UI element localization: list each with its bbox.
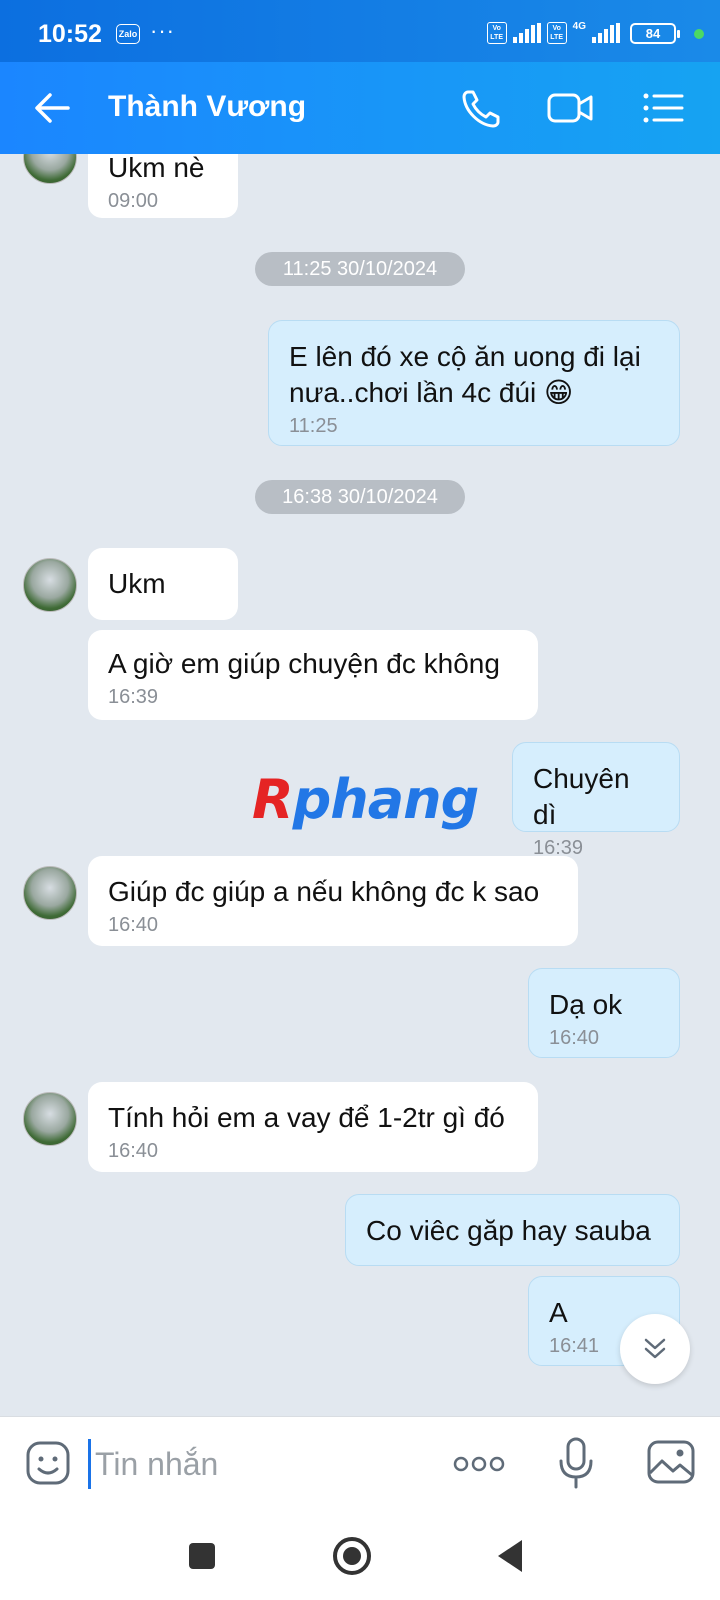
contact-name[interactable]: Thành Vương (108, 90, 306, 124)
contact-avatar[interactable] (23, 866, 77, 920)
signal-icon (592, 23, 620, 43)
contact-avatar[interactable] (23, 1092, 77, 1146)
incoming-message[interactable]: Giúp đc giúp a nếu không đc k sao 16:40 (88, 856, 578, 946)
incoming-message[interactable]: A giờ em giúp chuyện đc không 16:39 (88, 630, 538, 720)
zalo-notification-icon: Zalo (116, 24, 140, 44)
battery-icon: 84 (630, 22, 680, 44)
incoming-message[interactable]: Tính hỏi em a vay để 1-2tr gì đó 16:40 (88, 1082, 538, 1172)
message-time: 16:40 (108, 1140, 159, 1162)
video-camera-icon[interactable] (546, 84, 594, 132)
message-time: 16:40 (549, 1027, 600, 1049)
message-time: 16:39 (108, 686, 159, 708)
date-separator: 16:38 30/10/2024 (255, 480, 465, 514)
back-icon[interactable] (490, 1534, 534, 1578)
microphone-icon[interactable] (556, 1435, 596, 1491)
message-time: 09:00 (108, 190, 159, 212)
phone-icon[interactable] (458, 84, 506, 132)
outgoing-message[interactable]: Chuyên dì 16:39 (512, 742, 680, 859)
outgoing-message[interactable]: Co viêc găp hay sauba (345, 1194, 680, 1266)
message-text: Ukm (108, 568, 166, 599)
network-type: 4G (572, 20, 586, 32)
chat-header: Thành Vương (0, 62, 720, 154)
message-input[interactable] (88, 1439, 418, 1489)
watermark-logo: Rphang (252, 768, 479, 831)
status-bar: 10:52 Zalo ··· Vo LTE Vo LTE 4G 84 (0, 0, 720, 62)
message-text: A giờ em giúp chuyện đc không (108, 648, 500, 679)
double-chevron-down-icon (644, 1338, 666, 1359)
message-list[interactable]: Ukm nè 09:00 11:25 30/10/2024 E lên đó x… (0, 154, 720, 1416)
back-arrow-icon[interactable] (30, 86, 74, 130)
message-text: Ukm nè (108, 154, 205, 183)
recent-apps-icon[interactable] (180, 1534, 224, 1578)
incoming-message[interactable]: Ukm nè 09:00 (88, 154, 238, 218)
composer-bar (0, 1416, 720, 1512)
outgoing-message[interactable]: Dạ ok 16:40 (528, 968, 680, 1058)
privacy-indicator-dot (694, 29, 704, 39)
system-navigation-bar (0, 1512, 720, 1600)
message-text: Dạ ok (549, 989, 623, 1020)
signal-icon (512, 23, 541, 43)
message-text: Tính hỏi em a vay để 1-2tr gì đó (108, 1102, 505, 1133)
status-indicators: Vo LTE Vo LTE 4G 84 (486, 20, 680, 44)
incoming-message[interactable]: Ukm (88, 548, 238, 620)
message-time: 16:40 (108, 914, 159, 936)
scroll-to-bottom-button[interactable] (620, 1314, 690, 1384)
contact-avatar[interactable] (23, 154, 77, 184)
emoji-sticker-icon[interactable] (24, 1439, 72, 1487)
date-separator: 11:25 30/10/2024 (255, 252, 465, 286)
image-gallery-icon[interactable] (646, 1439, 696, 1485)
message-text: E lên đó xe cộ ăn uong đi lại nưa..chơi … (289, 341, 641, 408)
menu-list-icon[interactable] (638, 84, 686, 132)
message-text: Co viêc găp hay sauba (366, 1215, 651, 1246)
contact-avatar[interactable] (23, 558, 77, 612)
message-text: Chuyên dì (533, 763, 630, 830)
message-time: 11:25 (289, 415, 338, 437)
message-text: Giúp đc giúp a nếu không đc k sao (108, 876, 540, 907)
more-notifications-icon: ··· (150, 18, 175, 43)
outgoing-message[interactable]: E lên đó xe cộ ăn uong đi lại nưa..chơi … (268, 320, 680, 446)
home-icon[interactable] (330, 1534, 374, 1578)
more-options-icon[interactable] (452, 1449, 506, 1479)
volte-icon: Vo LTE (486, 22, 507, 44)
volte-icon: Vo LTE (546, 22, 567, 44)
status-time: 10:52 (38, 20, 102, 48)
